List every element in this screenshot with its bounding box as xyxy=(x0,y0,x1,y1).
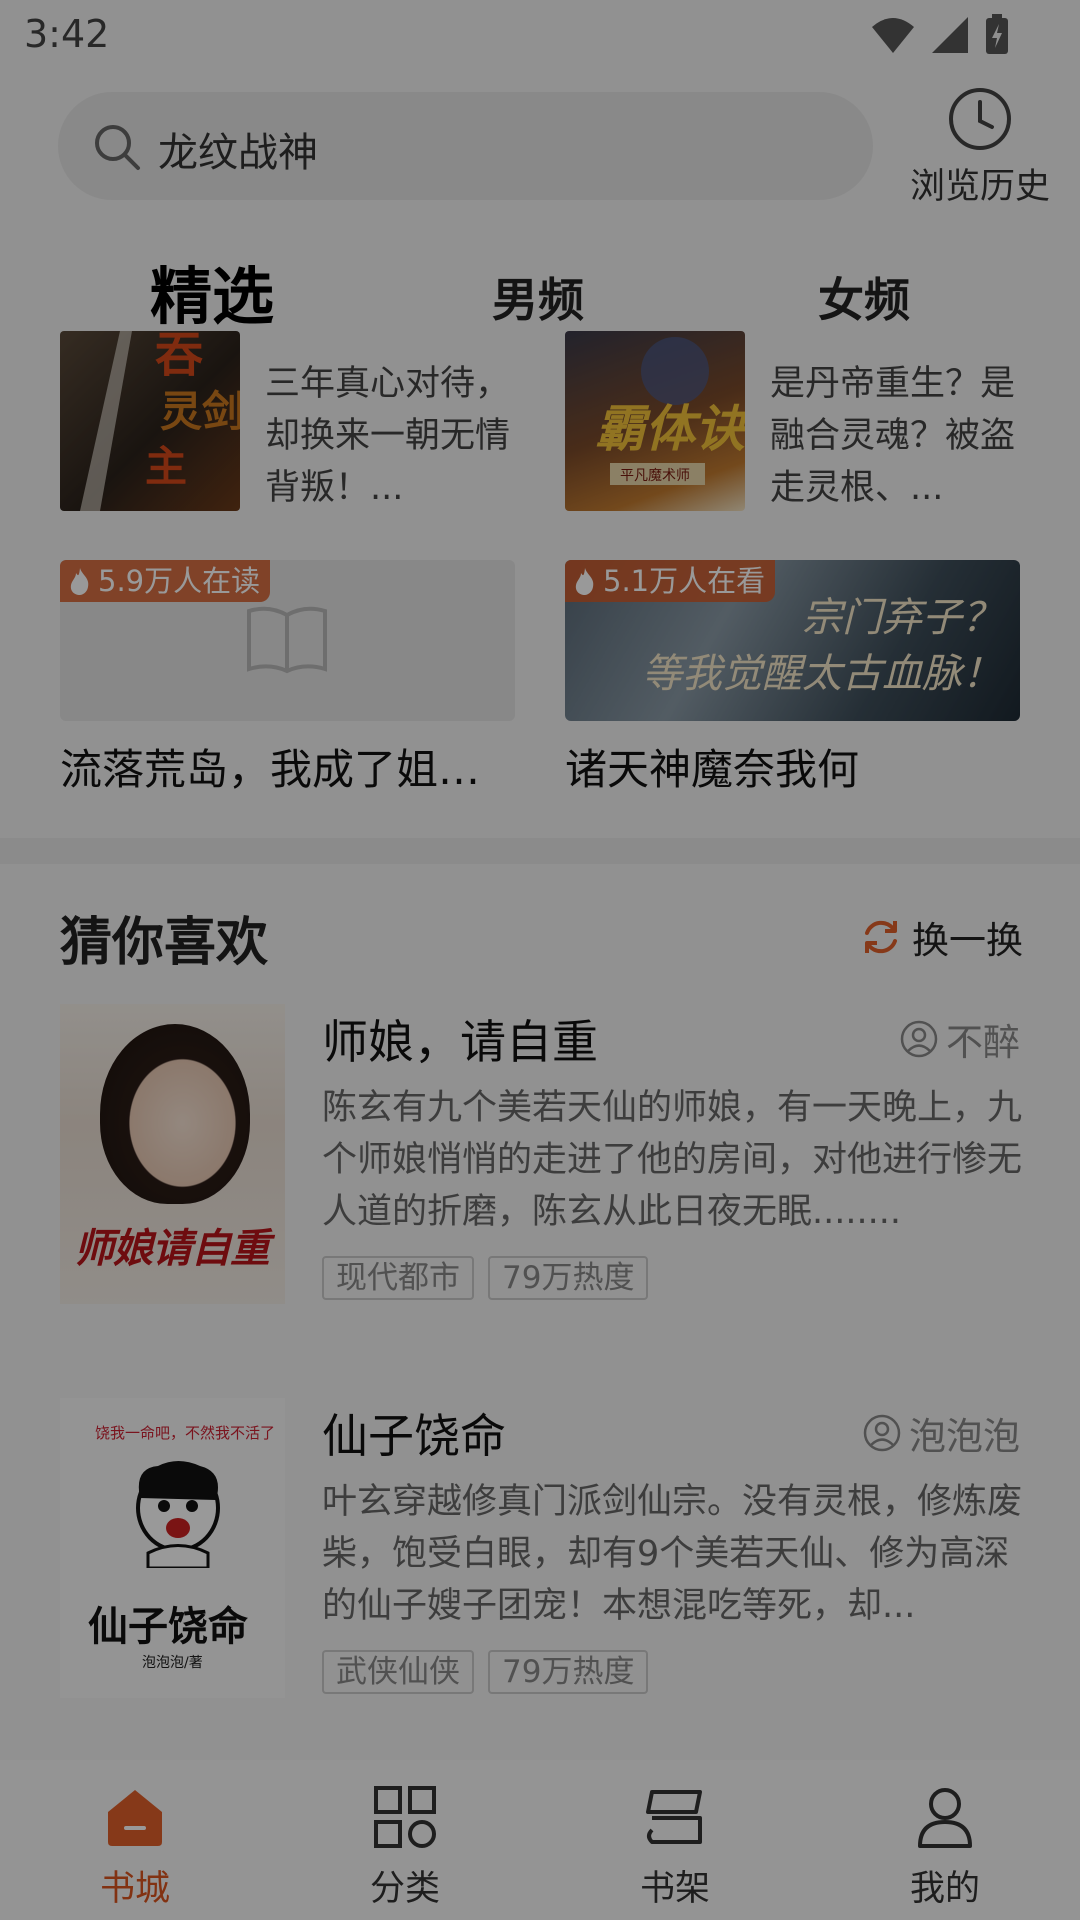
tag-category: 武侠仙侠 xyxy=(322,1650,474,1694)
cover-portrait xyxy=(100,1024,250,1204)
nav-label: 分类 xyxy=(369,1869,440,1909)
book-cover[interactable]: 吞 灵剑 主 xyxy=(60,331,240,511)
book-tags: 现代都市 79万热度 xyxy=(322,1256,649,1300)
history-button[interactable]: 浏览历史 xyxy=(900,86,1060,207)
bottom-navigation: 书城 分类 书架 我的 xyxy=(0,1760,1080,1920)
user-icon xyxy=(918,1788,972,1848)
nav-bookstore[interactable]: 书城 xyxy=(0,1760,270,1920)
cover-tagline: 饶我一命吧，不然我不活了 xyxy=(95,1424,276,1442)
banner-card[interactable]: 5.9万人在读 xyxy=(60,560,515,721)
signal-icon xyxy=(932,17,968,53)
banner-title[interactable]: 流落荒岛，我成了姐姐... xyxy=(60,736,515,797)
book-description: 叶玄穿越修真门派剑仙宗。没有灵根，修炼废柴，饱受白眼，却有9个美若天仙、修为高深… xyxy=(322,1482,1022,1626)
nav-bookshelf[interactable]: 书架 xyxy=(540,1760,810,1920)
nav-category[interactable]: 分类 xyxy=(270,1760,540,1920)
tab-female[interactable]: 女频 xyxy=(818,264,910,330)
home-icon xyxy=(108,1790,162,1846)
cover-art: 吞 灵剑 主 xyxy=(80,331,240,511)
featured-desc: 三年真心对待，却换来一朝无情背叛！... xyxy=(265,364,511,508)
book-placeholder-icon xyxy=(247,606,327,674)
battery-icon xyxy=(986,14,1008,54)
grid-icon xyxy=(374,1786,436,1848)
tag-category: 现代都市 xyxy=(322,1256,474,1300)
banner-card[interactable]: 5.1万人在看 宗门弃子？ 等我觉醒太古血脉！ xyxy=(565,560,1020,721)
tag-popularity: 79万热度 xyxy=(488,1256,649,1300)
book-cover[interactable]: 饶我一命吧，不然我不活了 仙子饶命 泡泡泡/著 xyxy=(60,1398,285,1698)
fire-icon xyxy=(575,568,594,595)
list-item[interactable]: 师娘请自重 师娘，请自重 不醉 陈玄有九个美若天仙的师娘，有一天晚上，九个师娘悄… xyxy=(0,1004,1080,1324)
tab-featured[interactable]: 精选 xyxy=(150,246,274,336)
banner-art-line: 等我觉醒太古血脉！ xyxy=(642,651,1002,697)
svg-text:平凡魔术师: 平凡魔术师 xyxy=(620,468,690,484)
banner-art-line: 宗门弃子？ xyxy=(802,595,1002,641)
author-name: 泡泡泡 xyxy=(909,1415,1020,1458)
cover-art: 霸体诀 平凡魔术师 xyxy=(595,337,745,485)
section-divider xyxy=(0,838,1080,864)
svg-text:霸体诀: 霸体诀 xyxy=(595,399,745,458)
cover-title: 师娘请自重 xyxy=(74,1225,270,1272)
reading-count: 5.9万人在读 xyxy=(98,564,261,598)
book-author: 不醉 xyxy=(900,1012,1020,1066)
fire-icon xyxy=(70,568,89,595)
nav-label: 书架 xyxy=(639,1869,710,1909)
clock-icon xyxy=(949,88,1011,150)
tag-popularity: 79万热度 xyxy=(488,1650,649,1694)
list-item[interactable]: 饶我一命吧，不然我不活了 仙子饶命 泡泡泡/著 仙子饶命 泡泡泡 叶玄穿越修真门… xyxy=(0,1398,1080,1718)
status-time: 3:42 xyxy=(24,12,110,56)
book-title: 师娘，请自重 xyxy=(322,1015,598,1069)
reading-count-badge: 5.9万人在读 xyxy=(60,560,271,602)
wifi-icon xyxy=(872,18,914,53)
banner-title[interactable]: 诸天神魔奈我何 xyxy=(565,736,1020,797)
nav-label: 书城 xyxy=(99,1869,170,1909)
cover-title: 仙子饶命 xyxy=(88,1603,248,1650)
tab-male[interactable]: 男频 xyxy=(492,264,584,330)
section-title: 猜你喜欢 xyxy=(60,912,269,973)
book-description: 陈玄有九个美若天仙的师娘，有一天晚上，九个师娘悄悄的走进了他的房间，对他进行惨无… xyxy=(322,1088,1022,1232)
status-icons xyxy=(870,14,1010,56)
book-cover[interactable]: 霸体诀 平凡魔术师 xyxy=(565,331,745,511)
refresh-button[interactable]: 换一换 xyxy=(860,910,1023,964)
book-author: 泡泡泡 xyxy=(863,1406,1020,1460)
cover-doodle xyxy=(136,1461,220,1568)
featured-desc: 是丹帝重生？是融合灵魂？被盗走灵根、... xyxy=(770,364,1016,508)
author-icon xyxy=(863,1414,901,1452)
search-query: 龙纹战神 xyxy=(158,130,318,176)
author-icon xyxy=(900,1020,938,1058)
search-input[interactable]: 龙纹战神 xyxy=(58,92,873,200)
svg-text:主: 主 xyxy=(145,442,187,491)
status-bar: 3:42 xyxy=(0,0,1080,72)
nav-profile[interactable]: 我的 xyxy=(810,1760,1080,1920)
book-cover[interactable]: 师娘请自重 xyxy=(60,1004,285,1304)
book-title: 仙子饶命 xyxy=(322,1409,506,1463)
banner-art-text: 宗门弃子？ 等我觉醒太古血脉！ xyxy=(642,590,1002,702)
refresh-label: 换一换 xyxy=(912,919,1023,962)
bookshelf-icon xyxy=(646,1790,702,1844)
refresh-icon xyxy=(865,920,897,954)
cover-author: 泡泡泡/著 xyxy=(142,1655,203,1671)
nav-label: 我的 xyxy=(909,1869,980,1909)
book-tags: 武侠仙侠 79万热度 xyxy=(322,1650,649,1694)
history-label: 浏览历史 xyxy=(909,167,1050,207)
svg-text:吞: 吞 xyxy=(155,331,203,383)
search-icon xyxy=(95,125,140,170)
svg-text:灵剑: 灵剑 xyxy=(160,387,240,436)
author-name: 不醉 xyxy=(946,1021,1020,1064)
